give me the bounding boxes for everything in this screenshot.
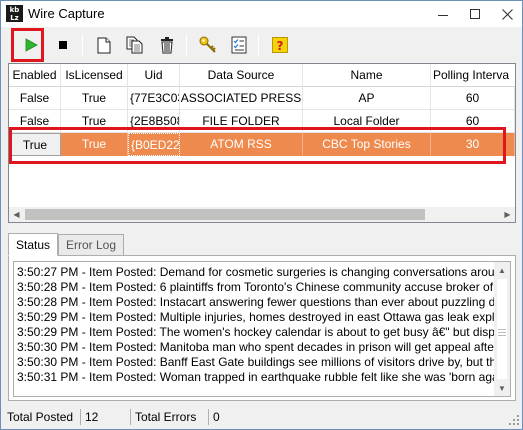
- column-header-polling-interval[interactable]: Polling Interva: [431, 64, 515, 87]
- toolbar-separator: [82, 34, 83, 56]
- log-vertical-scrollbar[interactable]: ▲ ▼: [494, 262, 510, 396]
- help-icon: ?: [272, 37, 288, 53]
- column-header-uid[interactable]: Uid: [128, 64, 180, 87]
- maximize-icon: [470, 9, 480, 19]
- cell-polling-interval[interactable]: 60: [431, 87, 515, 110]
- status-tab-panel: 3:50:27 PM - Item Posted: Demand for cos…: [8, 255, 516, 401]
- table-row[interactable]: False True {77E3C03 ASSOCIATED PRESS AP …: [9, 87, 515, 110]
- log-line: 3:50:31 PM - Item Posted: Woman trapped …: [17, 370, 509, 384]
- settings-button[interactable]: [226, 32, 252, 58]
- log-line: 3:50:28 PM - Item Posted: 6 plaintiffs f…: [17, 280, 501, 294]
- grid-header: Enabled IsLicensed Uid Data Source Name …: [9, 64, 515, 87]
- trash-icon: [161, 36, 173, 53]
- selected-row-highlight: [9, 127, 506, 164]
- toolbar: ?: [4, 30, 519, 61]
- scrollbar-thumb[interactable]: [25, 209, 425, 220]
- scroll-up-arrow-icon[interactable]: ▲: [494, 262, 510, 278]
- log-line: 3:50:29 PM - Item Posted: Multiple injur…: [17, 310, 508, 324]
- status-log[interactable]: 3:50:27 PM - Item Posted: Demand for cos…: [13, 261, 511, 397]
- copy-document-icon: [126, 36, 143, 54]
- new-document-icon: [97, 37, 111, 53]
- stop-icon: [59, 41, 67, 49]
- stop-button[interactable]: [50, 32, 76, 58]
- minimize-icon: [438, 14, 448, 16]
- copy-button[interactable]: [122, 32, 148, 58]
- cell-islicensed[interactable]: True: [61, 87, 128, 110]
- log-line: 3:50:27 PM - Item Posted: Demand for cos…: [17, 265, 508, 279]
- toolbar-separator: [186, 34, 187, 56]
- close-icon: [501, 8, 513, 20]
- scroll-right-arrow-icon[interactable]: ▶: [500, 207, 515, 222]
- log-line: 3:50:30 PM - Item Posted: Manitoba man w…: [17, 340, 504, 354]
- status-bar: Total Posted 12 Total Errors 0: [1, 405, 522, 429]
- toolbar-separator: [258, 34, 259, 56]
- total-posted-label: Total Posted: [7, 410, 74, 424]
- checklist-icon: [231, 36, 247, 54]
- svg-text:?: ?: [277, 39, 284, 53]
- column-header-name[interactable]: Name: [303, 64, 431, 87]
- total-errors-value: 0: [213, 410, 220, 424]
- close-button[interactable]: [491, 1, 522, 27]
- maximize-button[interactable]: [459, 1, 491, 27]
- scroll-down-arrow-icon[interactable]: ▼: [494, 380, 510, 396]
- column-header-data-source[interactable]: Data Source: [180, 64, 303, 87]
- license-button[interactable]: [195, 32, 221, 58]
- window-title: Wire Capture: [28, 6, 105, 21]
- cell-data-source[interactable]: ASSOCIATED PRESS: [180, 87, 303, 110]
- minimize-button[interactable]: [427, 1, 459, 27]
- grid-horizontal-scrollbar[interactable]: ◀ ▶: [9, 207, 515, 222]
- cell-enabled[interactable]: False: [9, 87, 61, 110]
- scroll-left-arrow-icon[interactable]: ◀: [9, 207, 24, 222]
- key-icon: [199, 36, 216, 53]
- tab-status[interactable]: Status: [8, 233, 59, 256]
- title-bar[interactable]: kb Lz Wire Capture: [1, 1, 522, 27]
- total-posted-value: 12: [85, 410, 99, 424]
- column-header-islicensed[interactable]: IsLicensed: [61, 64, 128, 87]
- resize-grip-icon[interactable]: [509, 415, 520, 426]
- total-errors-label: Total Errors: [135, 410, 197, 424]
- app-icon: kb Lz: [6, 5, 23, 22]
- start-button-highlight: [11, 28, 44, 62]
- tab-strip: Status Error Log: [8, 233, 516, 256]
- cell-name[interactable]: AP: [303, 87, 431, 110]
- column-header-enabled[interactable]: Enabled: [9, 64, 61, 87]
- delete-button[interactable]: [154, 32, 180, 58]
- log-line: 3:50:30 PM - Item Posted: Banff East Gat…: [17, 355, 507, 369]
- tab-error-log[interactable]: Error Log: [58, 234, 125, 256]
- scrollbar-grip-icon: [497, 327, 507, 341]
- help-button[interactable]: ?: [267, 32, 293, 58]
- new-button[interactable]: [91, 32, 117, 58]
- wire-capture-window: kb Lz Wire Capture ? Enabled IsLicensed …: [0, 0, 523, 430]
- log-line: 3:50:29 PM - Item Posted: The women's ho…: [17, 325, 506, 339]
- app-icon-text-top: kb: [9, 6, 20, 14]
- log-line: 3:50:28 PM - Item Posted: Instacart answ…: [17, 295, 506, 309]
- cell-uid[interactable]: {77E3C03: [128, 87, 180, 110]
- app-icon-text-bottom: Lz: [10, 14, 19, 22]
